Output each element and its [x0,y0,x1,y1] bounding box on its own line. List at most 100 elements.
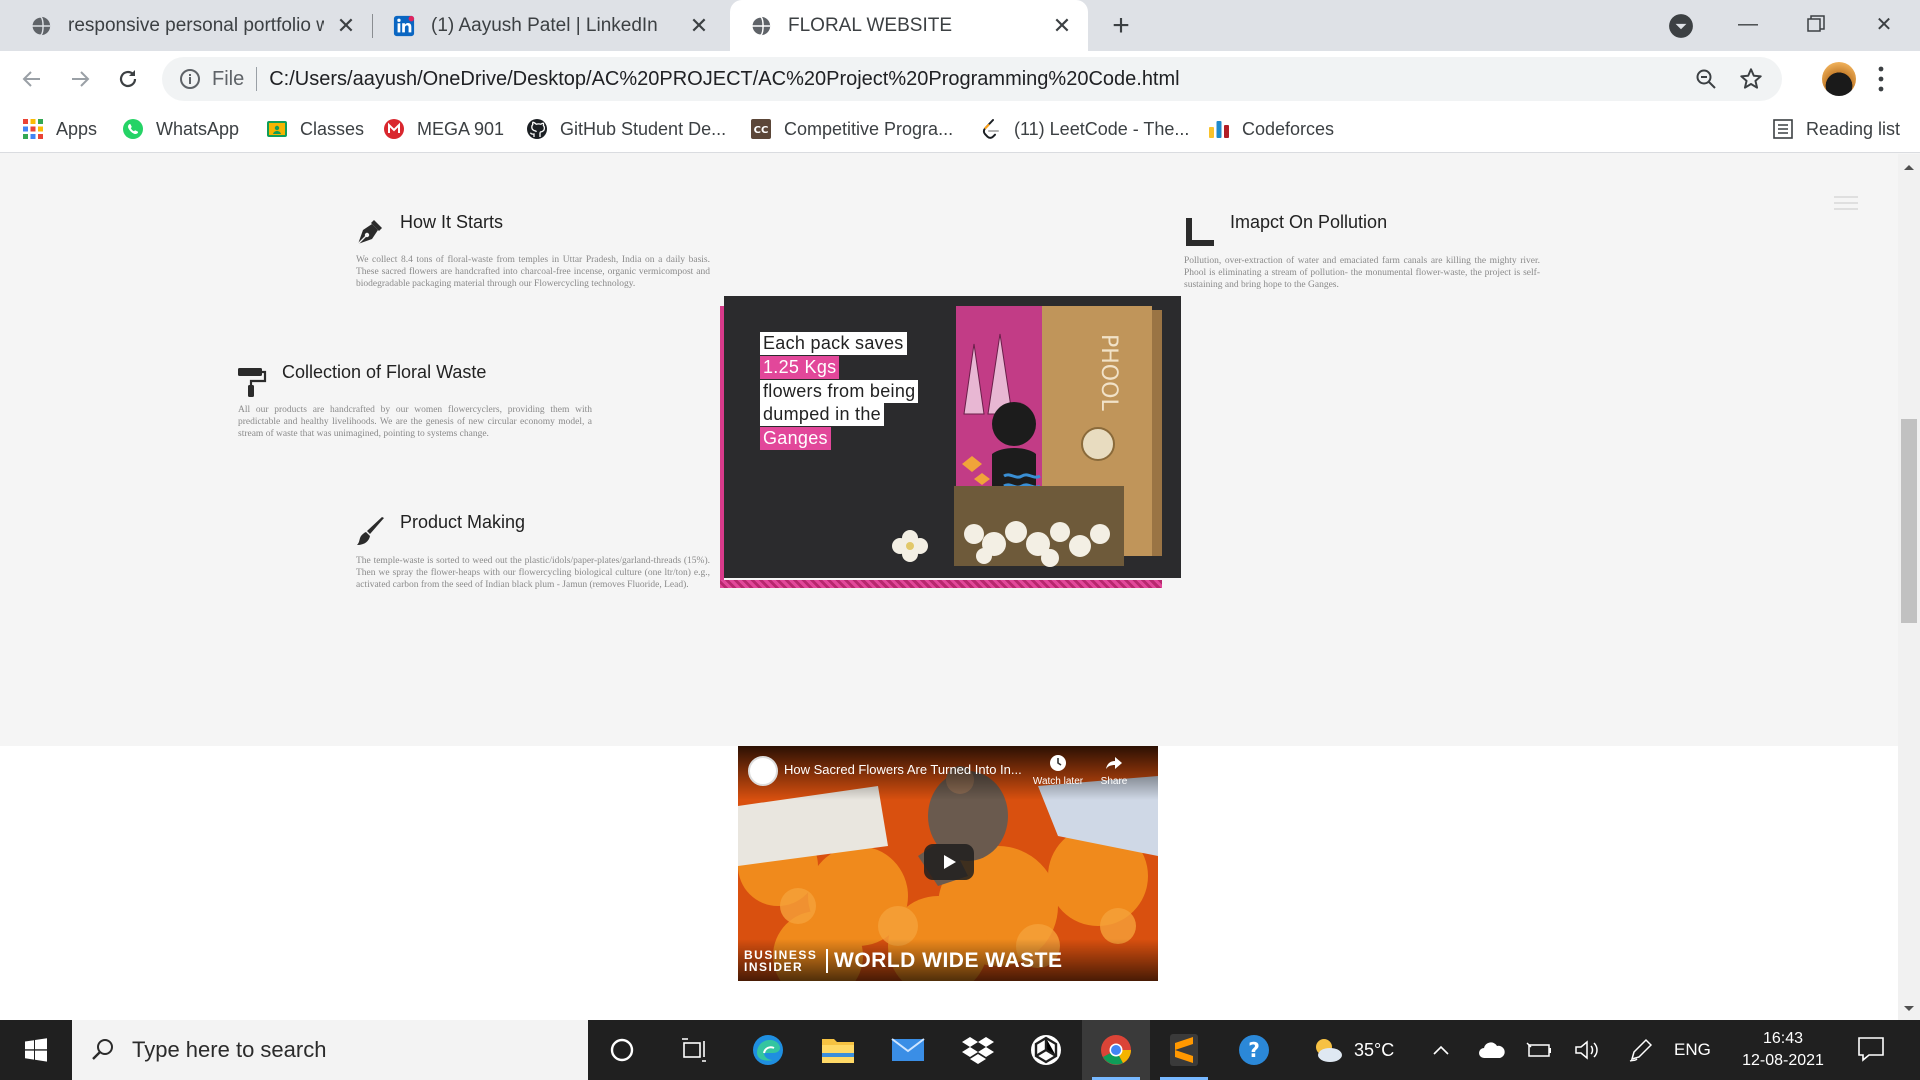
bookmarks-bar: Apps WhatsApp Classes MEGA 901 GitHub St… [0,106,1920,153]
zoom-icon[interactable] [1694,67,1718,91]
apps-grid-icon [23,119,43,139]
taskbar-file-explorer[interactable] [804,1020,872,1080]
close-icon[interactable]: ✕ [334,13,358,38]
battery-tray[interactable] [1526,1020,1552,1080]
taskbar-edge[interactable] [734,1020,802,1080]
share-icon [1106,757,1122,769]
bookmark-label: MEGA 901 [417,118,505,139]
arrow-left-icon [22,71,40,87]
mega-icon [384,119,404,139]
language-indicator[interactable]: ENG [1674,1020,1711,1080]
dropbox-icon [962,1037,994,1064]
tray-overflow[interactable] [1432,1020,1450,1080]
leetcode-icon [982,119,999,139]
weather-widget[interactable]: 35°C [1310,1020,1394,1080]
reading-list-button[interactable]: Reading list [1772,106,1900,152]
bookmark-apps[interactable]: Apps [22,106,97,152]
tab-search-icon[interactable] [1668,13,1694,39]
feature-description: The temple-waste is sorted to weed out t… [356,556,710,590]
taskbar-help[interactable]: ? [1220,1020,1288,1080]
cortana-button[interactable] [588,1020,656,1080]
start-button[interactable] [0,1020,72,1080]
youtube-video-embed[interactable]: How Sacred Flowers Are Turned Into In...… [738,746,1158,981]
clock-icon [1050,755,1066,771]
mail-icon [891,1038,925,1061]
scheme-label: File [212,67,245,90]
close-icon[interactable]: ✕ [687,13,711,38]
bookmark-label: GitHub Student De... [560,118,727,139]
ruler-icon [1186,218,1214,246]
tab-title: (1) Aayush Patel | LinkedIn [431,14,658,36]
unity-icon [1031,1035,1061,1065]
tab-linkedin[interactable]: (1) Aayush Patel | LinkedIn ✕ [373,0,725,51]
reading-list-label: Reading list [1806,118,1901,139]
taskbar-dropbox[interactable] [944,1020,1012,1080]
system-clock[interactable]: 16:43 12-08-2021 [1728,1028,1838,1072]
restore-icon[interactable] [1796,6,1836,42]
address-bar[interactable]: File C:/Users/aayush/OneDrive/Desktop/AC… [162,57,1782,101]
channel-avatar[interactable] [748,756,778,786]
scroll-down-arrow-icon[interactable] [1898,1002,1920,1016]
taskbar-mail[interactable] [874,1020,942,1080]
folder-icon [822,1039,854,1063]
url-text[interactable]: C:/Users/aayush/OneDrive/Desktop/AC%20PR… [269,68,1179,91]
watch-later-button[interactable]: Watch later [1028,754,1088,787]
window-close-icon[interactable]: ✕ [1864,6,1904,42]
paint-roller-icon [238,368,267,397]
brand-bottom-text: INSIDER [744,960,804,974]
share-button[interactable]: Share [1084,754,1144,787]
feature-description: All our products are handcrafted by our … [238,405,592,439]
pen-tray[interactable] [1628,1020,1654,1080]
back-button[interactable] [14,61,50,97]
whatsapp-icon [123,119,143,139]
watch-later-label: Watch later [1032,776,1084,787]
taskbar-search[interactable]: Type here to search [72,1020,588,1080]
bookmark-codechef[interactable]: CC Competitive Progra... [750,106,953,152]
bookmark-classes[interactable]: Classes [266,106,364,152]
volume-tray[interactable] [1574,1020,1600,1080]
notification-icon[interactable] [1856,1034,1886,1064]
bookmark-codeforces[interactable]: Codeforces [1208,106,1334,152]
reload-button[interactable] [110,61,146,97]
tab-strip: responsive personal portfolio web ✕ (1) … [0,0,1920,51]
hamburger-menu-icon[interactable] [1834,196,1858,210]
minimize-icon[interactable]: — [1728,6,1768,42]
search-icon [92,1039,113,1060]
close-icon[interactable]: ✕ [1050,13,1074,38]
scroll-up-arrow-icon[interactable] [1898,160,1920,174]
globe-icon [31,15,51,36]
video-title[interactable]: How Sacred Flowers Are Turned Into In... [784,762,1022,777]
brand-separator [826,949,828,973]
bookmark-whatsapp[interactable]: WhatsApp [122,106,239,152]
taskbar-chrome[interactable] [1082,1020,1150,1080]
taskbar-unity[interactable] [1012,1020,1080,1080]
scroll-thumb[interactable] [1901,419,1917,623]
forward-button[interactable] [62,61,98,97]
bookmark-github[interactable]: GitHub Student De... [526,106,726,152]
series-title: WORLD WIDE WASTE [834,949,1063,972]
business-insider-logo: BUSINESS INSIDER [744,949,817,973]
cloud-icon [1479,1042,1505,1058]
globe-icon [751,15,771,36]
play-button[interactable] [924,844,974,880]
bookmark-star-icon[interactable] [1738,66,1764,92]
clock-time: 16:43 [1762,1030,1804,1047]
info-icon[interactable] [178,67,202,91]
onedrive-tray[interactable] [1478,1020,1506,1080]
tab-floral-website[interactable]: FLORAL WEBSITE ✕ [730,0,1088,51]
tab-portfolio[interactable]: responsive personal portfolio web ✕ [10,0,372,51]
page-scrollbar[interactable] [1898,154,1920,1020]
speaker-icon [1575,1040,1598,1060]
new-tab-button[interactable]: + [1104,9,1138,42]
bookmark-leetcode[interactable]: (11) LeetCode - The... [980,106,1189,152]
svg-text:?: ? [1248,1038,1260,1062]
bookmark-label: (11) LeetCode - The... [1014,118,1190,139]
more-menu-icon[interactable] [1876,65,1886,93]
paint-brush-icon [357,517,384,545]
profile-avatar[interactable] [1822,62,1856,96]
bookmark-mega[interactable]: MEGA 901 [383,106,504,152]
codechef-icon: CC [751,119,771,139]
windows-logo-icon [25,1038,47,1062]
taskbar-sublime[interactable] [1150,1020,1218,1080]
task-view-button[interactable] [660,1020,728,1080]
